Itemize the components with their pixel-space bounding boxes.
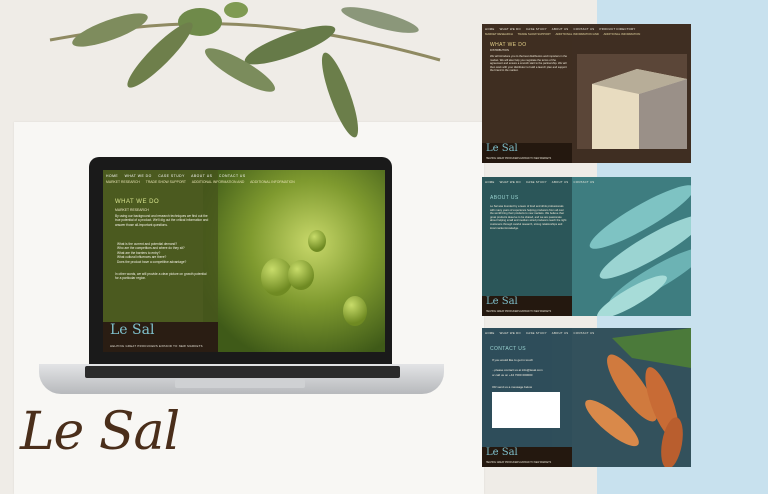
site-logo[interactable]: Le Sal — [486, 447, 518, 458]
subnav-trade-show[interactable]: TRADE SHOW SUPPORT — [518, 32, 551, 36]
body-text: Le Sal was founded by a team of food and… — [490, 205, 567, 230]
brand-logo: Le Sal — [20, 402, 180, 462]
nav-item-case-study[interactable]: CASE STUDY — [526, 331, 547, 335]
nav-item-home[interactable]: HOME — [485, 180, 495, 184]
page-title: CONTACT US — [490, 346, 527, 352]
primary-nav: HOME WHAT WE DO CASE STUDY ABOUT US CONT… — [106, 174, 251, 178]
contact-phone[interactable]: or call us on +44 7000 000000 — [492, 373, 532, 377]
list-item: Does the product have a competitive adva… — [117, 259, 187, 264]
olive-fruit — [343, 296, 367, 326]
contact-email[interactable]: ...please contact us at info@lesal.com — [492, 368, 543, 372]
nav-item-what-we-do[interactable]: WHAT WE DO — [125, 174, 152, 178]
subnav-additional-and[interactable]: ADDITIONAL INFORMATION AND — [556, 32, 599, 36]
nav-item-about-us[interactable]: ABOUT US — [552, 331, 569, 335]
secondary-nav: MARKET RESEARCH TRADE SHOW SUPPORT ADDIT… — [485, 32, 644, 36]
nav-item-what-we-do[interactable]: WHAT WE DO — [500, 331, 521, 335]
site-logo[interactable]: Le Sal — [486, 296, 518, 307]
nav-item-contact-us[interactable]: CONTACT US — [574, 27, 595, 31]
olive-fruit — [288, 260, 314, 290]
olive-fruit — [308, 230, 326, 252]
mockup-contact-us: HOME WHAT WE DO CASE STUDY ABOUT US CONT… — [482, 328, 691, 467]
nav-item-about-us[interactable]: ABOUT US — [552, 27, 569, 31]
body-text: We will introduce you to the best distri… — [490, 55, 568, 73]
secondary-nav: MARKET RESEARCH TRADE SHOW SUPPORT ADDIT… — [106, 180, 300, 184]
nav-item-case-study[interactable]: CASE STUDY — [526, 27, 547, 31]
subnav-trade-show[interactable]: TRADE SHOW SUPPORT — [146, 180, 186, 184]
nav-item-about-us[interactable]: ABOUT US — [191, 174, 212, 178]
page-subtitle: MARKET RESEARCH — [115, 208, 149, 212]
nav-item-case-study[interactable]: CASE STUDY — [158, 174, 185, 178]
nav-item-case-study[interactable]: CASE STUDY — [526, 180, 547, 184]
message-field[interactable] — [492, 392, 560, 428]
question-list: What is the current and potential demand… — [117, 242, 212, 264]
nav-item-home[interactable]: HOME — [485, 27, 495, 31]
page-subtitle: DISTRIBUTION — [490, 49, 509, 52]
subnav-market-research[interactable]: MARKET RESEARCH — [485, 32, 513, 36]
site-tagline: HELPING GREAT PRODUCERS EXPAND TO NEW MA… — [110, 344, 203, 348]
site-tagline: HELPING GREAT PRODUCERS EXPAND TO NEW MA… — [486, 158, 552, 160]
page-title: WHAT WE DO — [115, 199, 160, 205]
subnav-additional[interactable]: ADDITIONAL INFORMATION — [250, 180, 295, 184]
nav-item-home[interactable]: HOME — [106, 174, 118, 178]
nav-item-contact-us[interactable]: CONTACT US — [574, 180, 595, 184]
nav-item-contact-us[interactable]: CONTACT US — [219, 174, 246, 178]
nav-item-about-us[interactable]: ABOUT US — [552, 180, 569, 184]
laptop-screen: HOME WHAT WE DO CASE STUDY ABOUT US CONT… — [103, 170, 385, 352]
contact-intro: If you would like to get in touch — [492, 358, 534, 362]
nav-item-contact-us[interactable]: CONTACT US — [574, 331, 595, 335]
site-tagline: HELPING GREAT PRODUCERS EXPAND TO NEW MA… — [486, 311, 552, 313]
olive-branch-illustration — [49, 2, 441, 138]
nav-item-product-directory[interactable]: PRODUCT DIRECTORY — [600, 27, 636, 31]
fish-photo — [572, 177, 691, 316]
subnav-market-research[interactable]: MARKET RESEARCH — [106, 180, 140, 184]
laptop-keyboard — [85, 366, 400, 378]
mockup-what-we-do: HOME WHAT WE DO CASE STUDY ABOUT US CONT… — [482, 24, 691, 163]
cheese-photo — [577, 54, 687, 149]
mockup-about-us: HOME WHAT WE DO CASE STUDY ABOUT US CONT… — [482, 177, 691, 316]
closing-text: In other words, we will provide a clear … — [115, 272, 207, 281]
laptop-trackpad — [175, 379, 305, 388]
page-title: ABOUT US — [490, 195, 519, 201]
nav-item-home[interactable]: HOME — [485, 331, 495, 335]
subnav-additional[interactable]: ADDITIONAL INFORMATION — [604, 32, 641, 36]
site-logo[interactable]: Le Sal — [486, 143, 518, 154]
primary-nav: HOME WHAT WE DO CASE STUDY ABOUT US CONT… — [485, 180, 598, 184]
nav-item-what-we-do[interactable]: WHAT WE DO — [500, 27, 521, 31]
primary-nav: HOME WHAT WE DO CASE STUDY ABOUT US CONT… — [485, 27, 640, 31]
site-tagline: HELPING GREAT PRODUCERS EXPAND TO NEW MA… — [486, 462, 552, 464]
page-title: WHAT WE DO — [490, 42, 527, 48]
message-prompt: OR send us a message below — [492, 385, 533, 389]
subnav-additional-and[interactable]: ADDITIONAL INFORMATION AND — [192, 180, 245, 184]
intro-text: By using our background and research tec… — [115, 214, 209, 227]
carrot-photo — [552, 328, 691, 467]
nav-item-what-we-do[interactable]: WHAT WE DO — [500, 180, 521, 184]
primary-nav: HOME WHAT WE DO CASE STUDY ABOUT US CONT… — [485, 331, 598, 335]
site-logo[interactable]: Le Sal — [110, 322, 154, 338]
